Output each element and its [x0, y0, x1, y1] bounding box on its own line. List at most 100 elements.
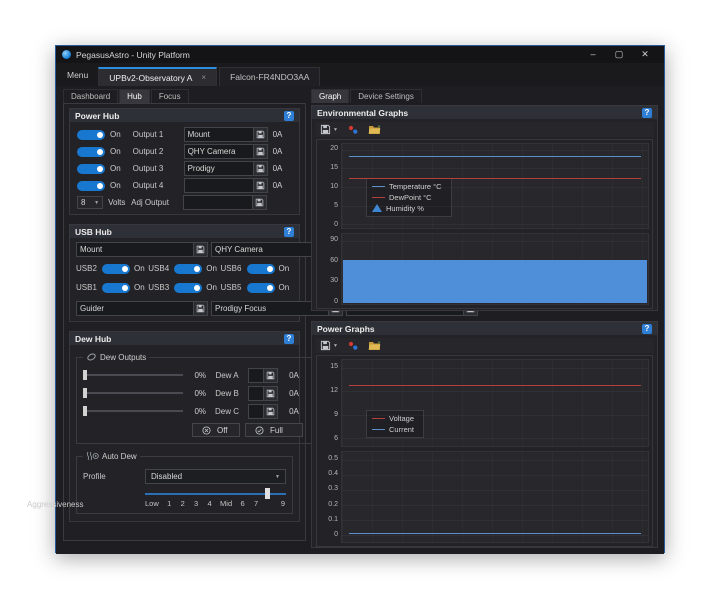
usb3-toggle[interactable]	[174, 283, 202, 293]
dew-row: 0% Dew B 0A	[83, 384, 305, 402]
save-graph-button[interactable]: ▼	[320, 124, 338, 135]
auto-dew-legend: Auto Dew	[102, 452, 137, 461]
slider-thumb[interactable]	[83, 370, 87, 380]
output1-name-input[interactable]	[185, 128, 253, 141]
usb5-toggle[interactable]	[247, 283, 275, 293]
save-icon[interactable]	[263, 369, 277, 382]
dew-full-button[interactable]: Full	[245, 423, 303, 437]
tab-dashboard[interactable]: Dashboard	[63, 89, 118, 103]
minimize-button[interactable]: –	[580, 46, 606, 63]
save-icon[interactable]	[253, 179, 267, 192]
tab-close-icon[interactable]: ×	[201, 73, 206, 82]
humidity-chart: 0306090	[320, 233, 649, 305]
window-title: PegasusAstro - Unity Platform	[76, 50, 190, 60]
maximize-button[interactable]: ▢	[606, 46, 632, 63]
chevron-down-icon: ▼	[333, 343, 338, 349]
save-icon[interactable]	[253, 145, 267, 158]
plot-area	[341, 451, 649, 543]
dew-a-input[interactable]	[249, 369, 263, 382]
save-icon[interactable]	[193, 243, 207, 256]
tick-labels: Low 1 2 3 4 Mid 6 7 9	[83, 499, 286, 508]
dew-c-slider[interactable]	[83, 406, 183, 416]
open-folder-button[interactable]	[368, 340, 381, 351]
output2-name-input[interactable]	[185, 145, 253, 158]
save-icon[interactable]	[253, 128, 267, 141]
tab-upbv2-observatory[interactable]: UPBv2-Observatory A ×	[98, 67, 217, 86]
slider-thumb[interactable]	[83, 388, 87, 398]
usb4-toggle[interactable]	[174, 264, 202, 274]
tick-label	[266, 499, 272, 508]
toggle-state-label: On	[206, 283, 220, 292]
plot-area: VoltageCurrent	[341, 359, 649, 447]
dew-b-slider[interactable]	[83, 388, 183, 398]
tick-label: 3	[193, 499, 199, 508]
dew-outputs-legend: Dew Outputs	[100, 353, 146, 362]
toggle-markers-button[interactable]	[347, 340, 359, 352]
output2-toggle[interactable]	[77, 147, 105, 157]
tab-hub[interactable]: Hub	[119, 89, 150, 103]
slider-thumb[interactable]	[83, 406, 87, 416]
help-icon[interactable]: ?	[284, 227, 294, 237]
save-icon[interactable]	[193, 302, 207, 315]
usb-hub-title: USB Hub	[75, 227, 112, 237]
help-icon[interactable]: ?	[642, 108, 652, 118]
adj-output-input[interactable]	[184, 196, 252, 209]
usb-bottom-name-input-1[interactable]	[77, 302, 193, 315]
help-icon[interactable]: ?	[642, 324, 652, 334]
tab-device-settings[interactable]: Device Settings	[350, 89, 422, 103]
dew-b-input[interactable]	[249, 387, 263, 400]
dew-outputs-group: Dew Outputs 0% Dew A 0A 0	[76, 352, 312, 444]
save-icon[interactable]	[263, 387, 277, 400]
volts-select[interactable]: 8 ▼	[77, 196, 103, 209]
tab-focus[interactable]: Focus	[151, 89, 189, 103]
output1-toggle[interactable]	[77, 130, 105, 140]
toggle-knob	[97, 166, 103, 172]
output3-toggle[interactable]	[77, 164, 105, 174]
output3-name-input[interactable]	[185, 162, 253, 175]
usb-top-name-input-1[interactable]	[77, 243, 193, 256]
help-icon[interactable]: ?	[284, 334, 294, 344]
output4-toggle[interactable]	[77, 181, 105, 191]
output4-name-input[interactable]	[185, 179, 253, 192]
dew-label: Dew A	[211, 371, 243, 380]
dew-percent: 0%	[188, 389, 206, 398]
tab-graph[interactable]: Graph	[311, 89, 349, 103]
line-series	[349, 156, 641, 157]
dew-c-input[interactable]	[249, 405, 263, 418]
adj-output-label: Adj Output	[131, 198, 178, 207]
dew-a-slider[interactable]	[83, 370, 183, 380]
profile-select[interactable]: Disabled ▼	[145, 469, 286, 484]
dew-row: 0% Dew C 0A	[83, 402, 305, 420]
help-icon[interactable]: ?	[284, 111, 294, 121]
profile-value: Disabled	[151, 472, 182, 481]
close-button[interactable]: ✕	[632, 46, 658, 63]
save-icon[interactable]	[263, 405, 277, 418]
slider-thumb[interactable]	[265, 488, 270, 499]
save-icon[interactable]	[252, 196, 266, 209]
menu-button[interactable]: Menu	[59, 70, 98, 86]
usb6-toggle[interactable]	[247, 264, 275, 274]
output-amps: 0A	[273, 147, 292, 156]
open-folder-button[interactable]	[368, 124, 381, 135]
toggle-markers-button[interactable]	[347, 124, 359, 136]
save-graph-button[interactable]: ▼	[320, 340, 338, 351]
usb-hub-section: USB Hub ? USB2On USB4On USB6On	[69, 224, 300, 322]
usb-toggle-row: USB1On USB3On USB5On	[70, 278, 299, 297]
device-subtabs: Dashboard Hub Focus	[63, 89, 306, 103]
slider-track	[83, 410, 183, 412]
full-label: Full	[270, 426, 283, 435]
tab-falcon[interactable]: Falcon-FR4NDO3AA	[219, 67, 320, 86]
tick-label: 1	[166, 499, 172, 508]
toggle-knob	[97, 132, 103, 138]
aggressiveness-slider[interactable]	[145, 488, 286, 499]
power-output-row: On Output 3 0A	[70, 160, 299, 177]
auto-dew-icon	[86, 451, 99, 461]
circle-x-icon	[202, 426, 211, 435]
dew-off-button[interactable]: Off	[192, 423, 240, 437]
usb1-toggle[interactable]	[102, 283, 130, 293]
usb-hub-header: USB Hub ?	[70, 225, 299, 238]
save-icon[interactable]	[253, 162, 267, 175]
usb2-toggle[interactable]	[102, 264, 130, 274]
dew-hub-section: Dew Hub ? Dew Outputs 0% Dew A	[69, 331, 300, 522]
profile-row: Profile Disabled ▼	[83, 469, 286, 484]
